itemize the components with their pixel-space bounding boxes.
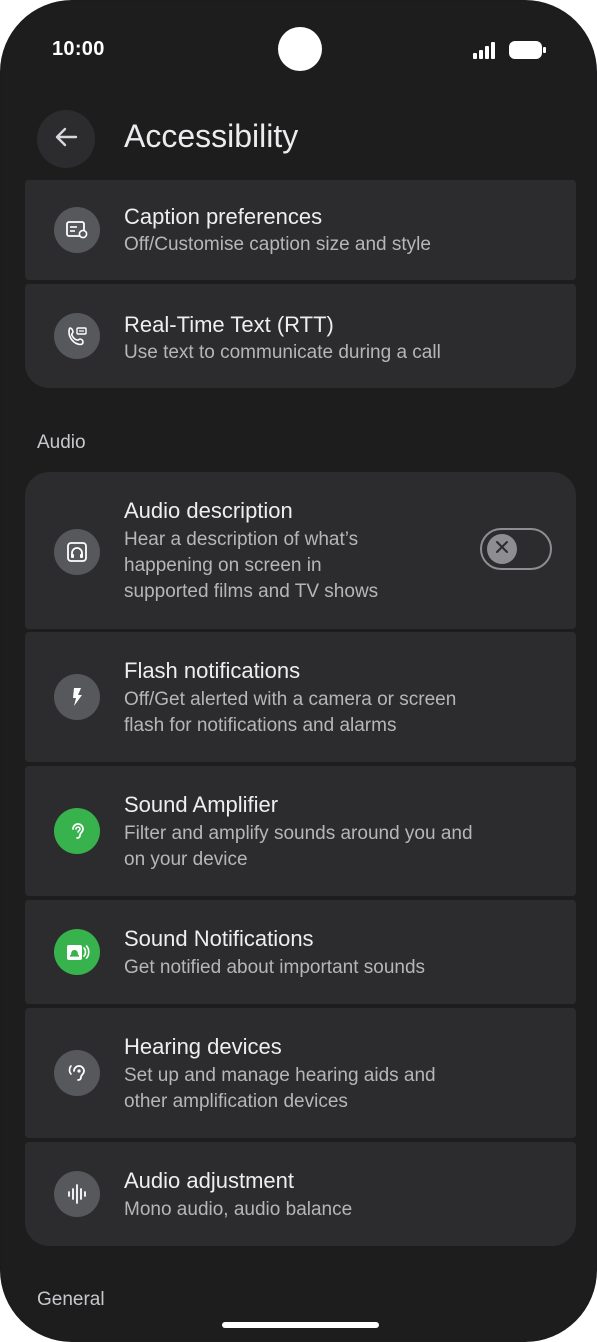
flash-icon <box>54 674 100 720</box>
item-title: Flash notifications <box>124 658 301 683</box>
caption-icon <box>54 207 100 253</box>
item-title: Sound Amplifier <box>124 792 279 817</box>
list-item-audio-adjustment[interactable]: Audio adjustment Mono audio, audio balan… <box>25 1142 576 1246</box>
item-subtitle: Set up and manage hearing aids and other… <box>124 1065 436 1112</box>
page-title: Accessibility <box>124 118 299 154</box>
item-subtitle: Off/Get alerted with a camera or screen … <box>124 689 457 736</box>
device-frame: 10:00 Accessibility Caption preferences … <box>0 0 597 1342</box>
rtt-phone-icon <box>54 313 100 359</box>
close-icon <box>494 539 510 560</box>
item-subtitle: Mono audio, audio balance <box>124 1199 353 1220</box>
item-title: Audio adjustment <box>124 1168 294 1193</box>
status-time: 10:00 <box>52 38 105 60</box>
item-title: Real-Time Text (RTT) <box>124 312 334 337</box>
item-subtitle: Off/Customise caption size and style <box>124 234 431 255</box>
item-title: Hearing devices <box>124 1034 282 1059</box>
arrow-back-icon <box>52 123 80 156</box>
item-subtitle: Get notified about important sounds <box>124 957 426 978</box>
headphones-icon <box>54 529 100 575</box>
waveform-icon <box>54 1171 100 1217</box>
list-item-hearing-devices[interactable]: Hearing devices Set up and manage hearin… <box>25 1008 576 1138</box>
item-subtitle: Use text to communicate during a call <box>124 342 441 363</box>
item-title: Caption preferences <box>124 204 323 229</box>
front-camera <box>278 27 322 71</box>
item-title: Sound Notifications <box>124 926 314 951</box>
back-button[interactable] <box>37 110 95 168</box>
battery-icon <box>509 40 547 65</box>
list-item-audio-description[interactable]: Audio description Hear a description of … <box>25 472 576 629</box>
item-subtitle: Hear a description of what’s happening o… <box>124 529 379 602</box>
ear-amplifier-icon <box>54 808 100 854</box>
list-item-sound-amplifier[interactable]: Sound Amplifier Filter and amplify sound… <box>25 766 576 896</box>
screen: 10:00 Accessibility Caption preferences … <box>2 2 595 1340</box>
list-item-caption-preferences[interactable]: Caption preferences Off/Customise captio… <box>25 180 576 280</box>
toggle-thumb <box>487 534 517 564</box>
list-item-sound-notifications[interactable]: Sound Notifications Get notified about i… <box>25 900 576 1004</box>
sound-notifications-icon <box>54 929 100 975</box>
list-item-rtt[interactable]: Real-Time Text (RTT) Use text to communi… <box>25 284 576 388</box>
section-header-general: General <box>37 1289 105 1310</box>
signal-icon <box>473 41 499 64</box>
hearing-device-icon <box>54 1050 100 1096</box>
section-header-audio: Audio <box>37 432 86 453</box>
status-icons <box>473 40 547 65</box>
home-indicator[interactable] <box>222 1322 379 1328</box>
list-item-flash-notifications[interactable]: Flash notifications Off/Get alerted with… <box>25 632 576 762</box>
audio-description-toggle[interactable] <box>480 528 552 570</box>
item-subtitle: Filter and amplify sounds around you and… <box>124 823 473 870</box>
item-title: Audio description <box>124 498 293 523</box>
